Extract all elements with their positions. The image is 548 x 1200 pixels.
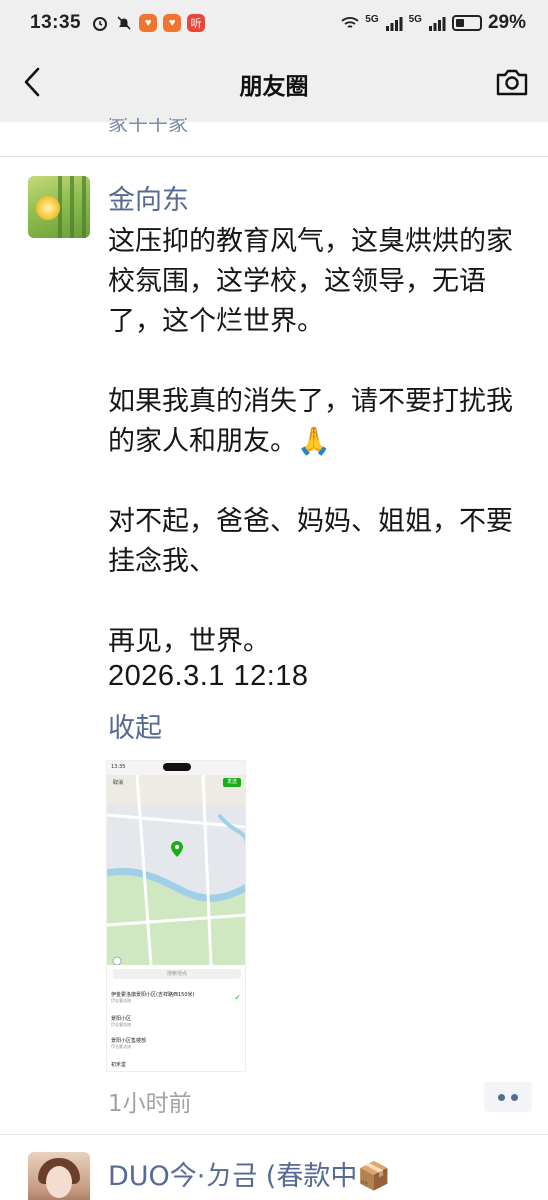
app-notification-icon: ♥ [139, 14, 158, 32]
status-bar: 13:35 ♥ ♥ 听 5G 5G 29% [0, 0, 548, 46]
battery-percent: 29% [487, 12, 526, 33]
signal-icon [385, 17, 403, 31]
more-actions-button[interactable] [484, 1082, 532, 1112]
post-divider [0, 156, 548, 157]
map-view [107, 775, 245, 965]
collapse-link[interactable]: 收起 [108, 706, 162, 745]
nav-bar: 朋友圈 [0, 46, 548, 122]
signal-icon [428, 17, 446, 31]
page-title: 朋友圈 [239, 74, 309, 100]
post-divider [0, 1134, 548, 1135]
more-dots-icon [511, 1093, 518, 1101]
post-image-map-screenshot[interactable]: 13:35 取消 发送 搜索地点 伊金霍洛旗景阳小区(吉祥路西150米) 伊金霍洛… [106, 760, 246, 1072]
author-avatar[interactable] [28, 176, 90, 238]
wifi-icon [341, 17, 359, 28]
post-author-name[interactable]: 金向东 [108, 178, 189, 217]
post-timestamp: 2026.3.1 12:18 [108, 660, 309, 692]
map-status-bar: 13:35 [107, 761, 245, 775]
network-type: 5G [408, 13, 422, 25]
map-pin-icon [171, 841, 183, 857]
next-post-author-name[interactable]: DUO今·ㄉ금 (春款中📦 [108, 1154, 391, 1193]
author-avatar[interactable] [28, 1152, 90, 1200]
list-item: 初禾堂 [111, 1062, 127, 1068]
status-time: 13:35 [30, 12, 82, 33]
chevron-left-icon [24, 67, 40, 97]
post-relative-time: 1小时前 [108, 1091, 192, 1117]
list-item: 景阳小区售楼部 伊金霍洛旗 [111, 1038, 147, 1049]
back-button[interactable] [14, 62, 50, 102]
app-notification-icon: ♥ [163, 14, 182, 32]
battery-icon [451, 15, 482, 31]
moments-page: 13:35 ♥ ♥ 听 5G 5G 29% 朋友圈 家干干家 金向东 这压抑的教… [0, 0, 548, 1200]
status-indicators: 5G 5G 29% [341, 12, 526, 34]
map-location-list: 搜索地点 伊金霍洛旗景阳小区(吉祥路西150米) 伊金霍洛旗 ✓ 景阳小区 伊金霍洛… [107, 965, 245, 1071]
list-item: 景阳小区 伊金霍洛旗 [111, 1016, 132, 1027]
post-text: 这压抑的教育风气，这臭烘烘的家校氛围，这学校，这领导，无语了，这个烂世界。 如果… [108, 226, 513, 657]
network-type: 5G [365, 13, 379, 25]
more-dots-icon [498, 1093, 505, 1101]
mute-bell-icon [117, 16, 131, 30]
camera-icon [496, 69, 528, 96]
listen-app-icon: 听 [187, 14, 206, 32]
map-header: 取消 发送 [107, 775, 245, 791]
checkmark-icon: ✓ [234, 993, 241, 1002]
camera-button[interactable] [494, 64, 530, 100]
alarm-icon [93, 17, 108, 31]
list-item: 伊金霍洛旗景阳小区(吉祥路西150米) 伊金霍洛旗 [111, 992, 195, 1003]
previous-post-tail: 家干干家 [108, 118, 188, 132]
status-notification-icons: ♥ ♥ 听 [91, 14, 206, 32]
